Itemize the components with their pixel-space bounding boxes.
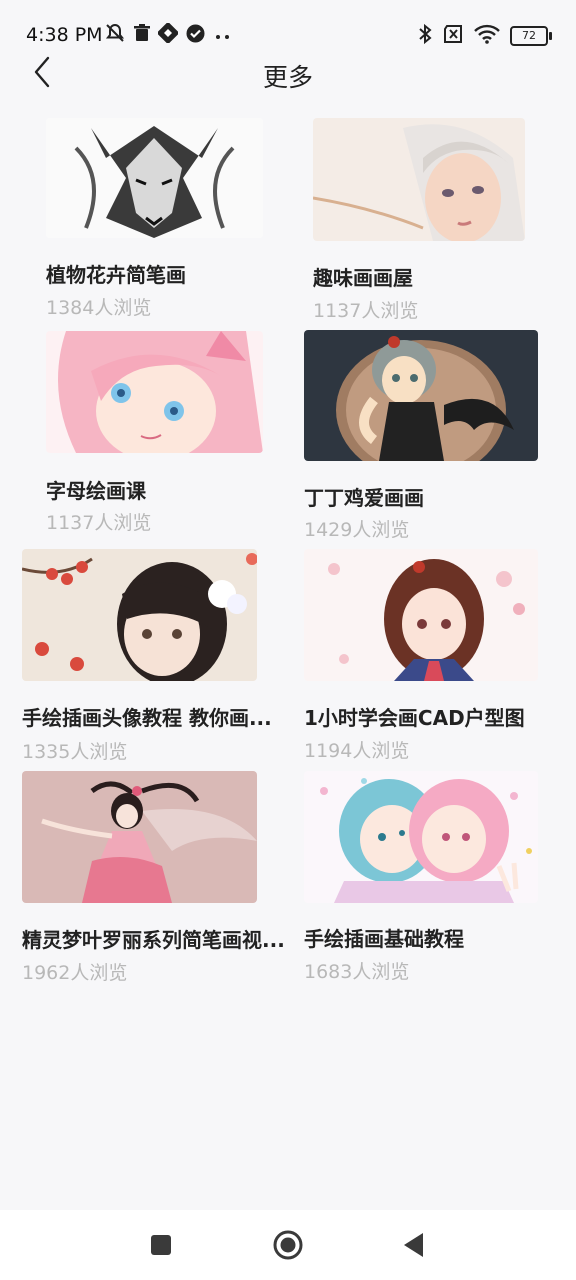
course-title[interactable]: 趣味画画屋 (313, 262, 576, 291)
status-icons-left (104, 21, 233, 47)
app-icon (156, 21, 180, 47)
course-thumbnail[interactable] (46, 331, 263, 453)
course-views: 1962人浏览 (22, 962, 128, 984)
course-thumbnail[interactable] (304, 771, 538, 903)
page-title: 更多 (262, 63, 313, 92)
course-thumbnail[interactable] (304, 330, 538, 461)
course-views: 1384人浏览 (46, 297, 152, 319)
home-circle-icon (272, 1229, 304, 1265)
course-title[interactable]: 植物花卉简笔画 (46, 259, 314, 288)
course-title[interactable]: 字母绘画课 (46, 475, 314, 504)
mute-bell-icon (104, 23, 126, 47)
system-nav-bar (0, 1210, 576, 1280)
bluetooth-icon (418, 23, 432, 49)
course-thumbnail[interactable] (22, 549, 257, 681)
course-title[interactable]: 精灵梦叶罗丽系列简笔画视... (22, 924, 290, 953)
status-time: 4:38 PM (26, 24, 103, 46)
recents-button[interactable] (144, 1230, 178, 1264)
battery-icon: 72 (510, 26, 552, 46)
sim-off-icon (442, 25, 464, 47)
course-thumbnail[interactable] (304, 549, 538, 681)
course-title[interactable]: 丁丁鸡爱画画 (304, 482, 572, 511)
more-dots-icon (213, 26, 233, 45)
course-title[interactable]: 手绘插画头像教程 教你画... (22, 702, 290, 731)
course-views: 1137人浏览 (313, 300, 419, 322)
course-views: 1137人浏览 (46, 512, 152, 534)
course-views: 1683人浏览 (304, 961, 410, 983)
header: 更多 (0, 54, 576, 94)
course-thumbnail[interactable] (313, 118, 525, 241)
check-circle-icon (186, 24, 205, 47)
back-triangle-icon (401, 1232, 425, 1262)
trash-icon (134, 24, 150, 46)
course-views: 1429人浏览 (304, 519, 410, 541)
recents-square-icon (149, 1233, 173, 1261)
course-views: 1335人浏览 (22, 741, 128, 763)
course-views: 1194人浏览 (304, 740, 410, 762)
status-icons-right: 72 (418, 23, 552, 49)
course-title[interactable]: 1小时学会画CAD户型图 (304, 702, 572, 731)
course-thumbnail[interactable] (46, 118, 263, 238)
home-button[interactable] (271, 1230, 305, 1264)
wifi-icon (474, 24, 500, 48)
course-title[interactable]: 手绘插画基础教程 (304, 923, 572, 952)
course-thumbnail[interactable] (22, 771, 257, 903)
back-nav-button[interactable] (396, 1230, 430, 1264)
